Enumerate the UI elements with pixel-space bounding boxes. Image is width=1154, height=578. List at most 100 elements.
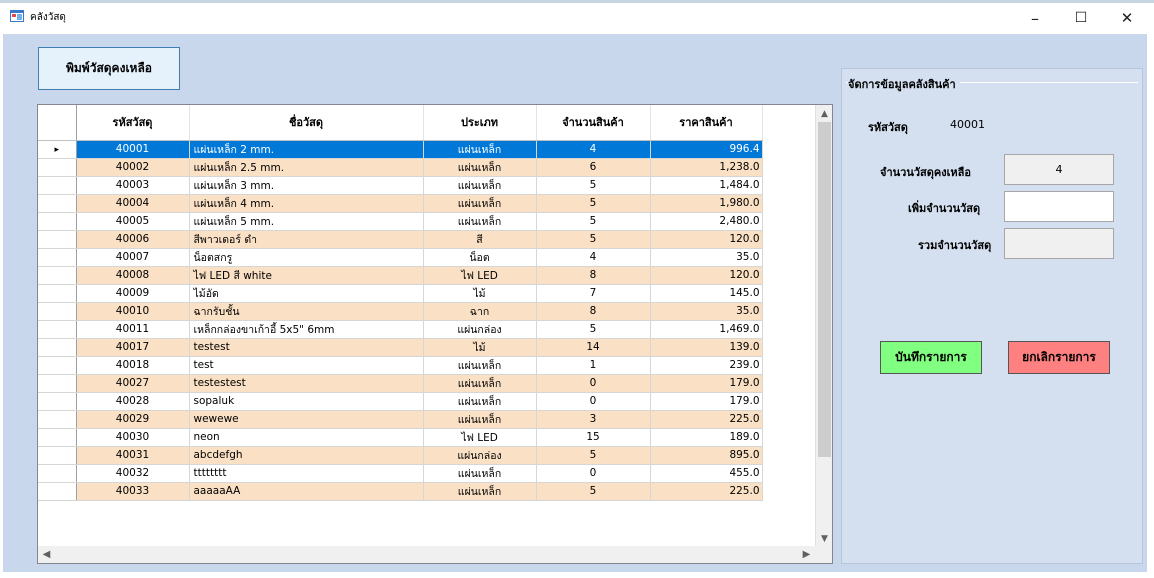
cell-quantity[interactable]: 8 [536,302,651,321]
cell-price[interactable]: 179.0 [650,392,763,411]
cell-type[interactable]: ฉาก [423,302,537,321]
cell-code[interactable]: 40003 [76,176,190,195]
cell-type[interactable]: แผ่นกล่อง [423,446,537,465]
row-header[interactable] [38,230,77,249]
cell-name[interactable]: แผ่นเหล็ก 3 mm. [189,176,424,195]
cell-type[interactable]: แผ่นเหล็ก [423,482,537,501]
column-header-name[interactable]: ชื่อวัสดุ [189,105,424,141]
row-header[interactable] [38,212,77,231]
cell-quantity[interactable]: 5 [536,176,651,195]
cell-type[interactable]: แผ่นเหล็ก [423,176,537,195]
row-header[interactable] [38,248,77,267]
scroll-left-arrow-icon[interactable]: ◀ [38,546,55,563]
cell-name[interactable]: ฉากรับชั้น [189,302,424,321]
cell-name[interactable]: aaaaaAA [189,482,424,501]
save-record-button[interactable]: บันทึกรายการ [880,341,982,374]
row-header[interactable] [38,158,77,177]
cell-name[interactable]: ไฟ LED สี white [189,266,424,285]
cell-code[interactable]: 40029 [76,410,190,429]
row-header[interactable] [38,302,77,321]
cell-price[interactable]: 139.0 [650,338,763,357]
cell-code[interactable]: 40027 [76,374,190,393]
cell-type[interactable]: แผ่นเหล็ก [423,392,537,411]
cell-type[interactable]: แผ่นเหล็ก [423,194,537,213]
cell-type[interactable]: น็อต [423,248,537,267]
table-row[interactable]: 40009 ไม้อัด ไม้ 7 145.0 [38,284,763,303]
row-header[interactable] [38,464,77,483]
row-header[interactable] [38,320,77,339]
cell-type[interactable]: แผ่นเหล็ก [423,410,537,429]
scroll-down-arrow-icon[interactable]: ▼ [816,530,832,547]
cell-name[interactable]: testestest [189,374,424,393]
cell-quantity[interactable]: 3 [536,410,651,429]
cell-type[interactable]: ไฟ LED [423,428,537,447]
cell-price[interactable]: 120.0 [650,266,763,285]
cell-name[interactable]: neon [189,428,424,447]
cell-quantity[interactable]: 5 [536,194,651,213]
column-header-price[interactable]: ราคาสินค้า [650,105,763,141]
cell-name[interactable]: wewewe [189,410,424,429]
table-row[interactable]: 40002 แผ่นเหล็ก 2.5 mm. แผ่นเหล็ก 6 1,238.0 [38,158,763,177]
cell-name[interactable]: แผ่นเหล็ก 2 mm. [189,140,424,159]
table-row[interactable]: 40031 abcdefgh แผ่นกล่อง 5 895.0 [38,446,763,465]
cell-price[interactable]: 1,484.0 [650,176,763,195]
cell-quantity[interactable]: 5 [536,320,651,339]
cell-code[interactable]: 40010 [76,302,190,321]
cell-price[interactable]: 1,469.0 [650,320,763,339]
print-remaining-button[interactable]: พิมพ์วัสดุคงเหลือ [38,47,180,90]
inventory-grid[interactable]: รหัสวัสดุ ชื่อวัสดุ ประเภท จำนวนสินค้า ร… [37,104,833,564]
cell-type[interactable]: ไม้ [423,338,537,357]
cell-type[interactable]: สี [423,230,537,249]
cell-name[interactable]: testest [189,338,424,357]
cell-code[interactable]: 40011 [76,320,190,339]
cell-quantity[interactable]: 4 [536,248,651,267]
cell-name[interactable]: แผ่นเหล็ก 5 mm. [189,212,424,231]
vertical-scroll-thumb[interactable] [818,122,831,457]
cell-price[interactable]: 225.0 [650,482,763,501]
row-header[interactable] [38,410,77,429]
cell-type[interactable]: แผ่นเหล็ก [423,140,537,159]
row-header[interactable] [38,446,77,465]
cell-code[interactable]: 40030 [76,428,190,447]
close-button[interactable]: ✕ [1104,4,1150,32]
table-row[interactable]: 40018 test แผ่นเหล็ก 1 239.0 [38,356,763,375]
column-header-code[interactable]: รหัสวัสดุ [76,105,190,141]
table-row[interactable]: 40032 tttttttt แผ่นเหล็ก 0 455.0 [38,464,763,483]
cell-quantity[interactable]: 0 [536,392,651,411]
cell-price[interactable]: 189.0 [650,428,763,447]
cell-quantity[interactable]: 0 [536,374,651,393]
cell-quantity[interactable]: 0 [536,464,651,483]
cell-quantity[interactable]: 5 [536,212,651,231]
table-row[interactable]: 40030 neon ไฟ LED 15 189.0 [38,428,763,447]
table-row[interactable]: ▸ 40001 แผ่นเหล็ก 2 mm. แผ่นเหล็ก 4 996.4 [38,140,763,159]
cell-price[interactable]: 455.0 [650,464,763,483]
cell-type[interactable]: แผ่นเหล็ก [423,374,537,393]
cell-price[interactable]: 1,238.0 [650,158,763,177]
cell-code[interactable]: 40033 [76,482,190,501]
vertical-scrollbar[interactable]: ▲ ▼ [815,105,832,547]
cell-type[interactable]: แผ่นกล่อง [423,320,537,339]
cell-code[interactable]: 40031 [76,446,190,465]
cell-type[interactable]: แผ่นเหล็ก [423,464,537,483]
scroll-right-arrow-icon[interactable]: ▶ [798,546,815,563]
cell-quantity[interactable]: 7 [536,284,651,303]
cell-quantity[interactable]: 5 [536,482,651,501]
table-row[interactable]: 40011 เหล็กกล่องขาเก้าอี้ 5x5" 6mm แผ่นกล่… [38,320,763,339]
row-header[interactable] [38,428,77,447]
row-header[interactable]: ▸ [38,140,77,159]
row-header[interactable] [38,176,77,195]
cell-code[interactable]: 40007 [76,248,190,267]
table-row[interactable]: 40029 wewewe แผ่นเหล็ก 3 225.0 [38,410,763,429]
maximize-button[interactable]: ☐ [1058,4,1104,32]
cell-price[interactable]: 239.0 [650,356,763,375]
cell-name[interactable]: ไม้อัด [189,284,424,303]
table-row[interactable]: 40008 ไฟ LED สี white ไฟ LED 8 120.0 [38,266,763,285]
cell-type[interactable]: ไม้ [423,284,537,303]
cell-type[interactable]: ไฟ LED [423,266,537,285]
cell-code[interactable]: 40006 [76,230,190,249]
cell-price[interactable]: 996.4 [650,140,763,159]
table-row[interactable]: 40004 แผ่นเหล็ก 4 mm. แผ่นเหล็ก 5 1,980.0 [38,194,763,213]
cell-code[interactable]: 40032 [76,464,190,483]
row-header[interactable] [38,266,77,285]
cell-quantity[interactable]: 1 [536,356,651,375]
